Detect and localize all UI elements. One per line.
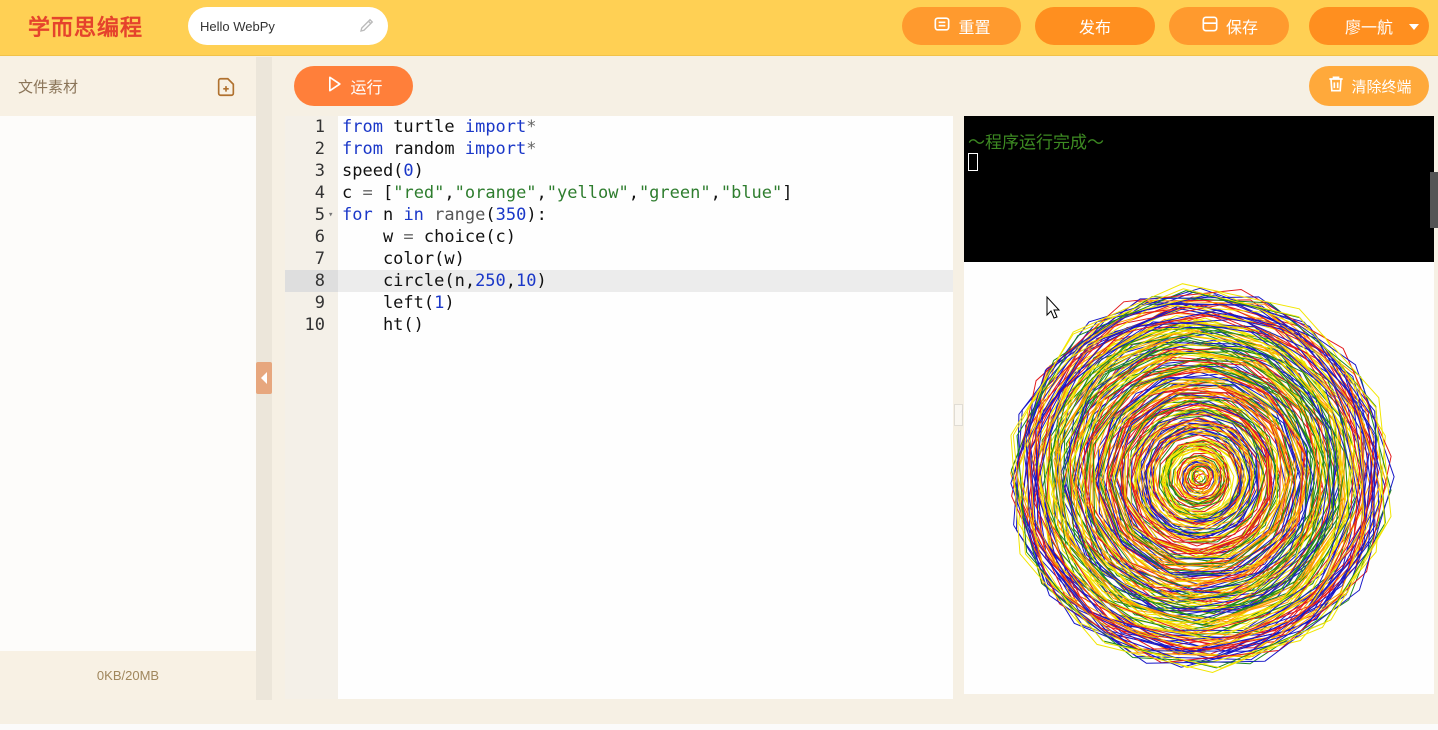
code-text: circle(n,250,10) [342, 271, 547, 291]
save-icon [1200, 14, 1220, 38]
save-button[interactable]: 保存 [1169, 7, 1289, 45]
code-line[interactable]: 5 ▾ for n in range(350): [285, 204, 953, 226]
line-number: 3 [314, 161, 325, 181]
code-line[interactable]: 9 left(1) [285, 292, 953, 314]
project-title[interactable]: Hello WebPy [200, 19, 358, 34]
run-button[interactable]: 运行 [294, 66, 413, 106]
code-text: ht() [342, 315, 424, 335]
line-number: 1 [314, 117, 325, 137]
publish-button[interactable]: 发布 [1035, 7, 1155, 45]
line-number: 9 [314, 293, 325, 313]
play-icon [324, 74, 344, 98]
chevron-down-icon [1409, 24, 1419, 30]
code-text: speed(0) [342, 161, 424, 181]
terminal-output[interactable]: ～程序运行完成～ [964, 116, 1434, 262]
line-number: 6 [314, 227, 325, 247]
code-lines[interactable]: 1 from turtle import* 2 from random import*… [285, 116, 953, 336]
code-line[interactable]: 1 from turtle import* [285, 116, 953, 138]
mouse-cursor-icon [1046, 295, 1061, 319]
pencil-icon[interactable] [358, 16, 376, 37]
project-title-field[interactable]: Hello WebPy [188, 7, 388, 45]
pane-splitter[interactable] [954, 404, 963, 426]
code-editor[interactable]: 1 from turtle import* 2 from random import*… [285, 116, 953, 699]
add-file-icon[interactable] [215, 76, 237, 98]
terminal-scrollbar[interactable] [1430, 172, 1438, 228]
code-line[interactable]: 7 color(w) [285, 248, 953, 270]
file-sidebar: 文件素材 0KB/20MB [0, 57, 256, 700]
storage-usage: 0KB/20MB [0, 651, 256, 700]
code-text: left(1) [342, 293, 455, 313]
fold-icon[interactable]: ▾ [328, 204, 333, 226]
refresh-icon [932, 14, 952, 38]
terminal-status-line: ～程序运行完成～ [968, 133, 1104, 153]
code-line[interactable]: 8 circle(n,250,10) [285, 270, 953, 292]
bottom-edge [0, 724, 1438, 730]
user-menu-button[interactable]: 廖一航 [1309, 7, 1429, 45]
user-name: 廖一航 [1344, 18, 1393, 37]
line-number: 2 [314, 139, 325, 159]
code-text: from random import* [342, 139, 537, 159]
code-text: c = ["red","orange","yellow","green","bl… [342, 183, 793, 203]
code-text: from turtle import* [342, 117, 537, 137]
turtle-canvas [964, 262, 1434, 694]
sidebar-header: 文件素材 [0, 57, 256, 116]
code-line[interactable]: 4 c = ["red","orange","yellow","green","b… [285, 182, 953, 204]
line-number: 8 [285, 270, 338, 292]
trash-icon [1326, 74, 1346, 98]
clear-terminal-label: 清除终端 [1351, 77, 1412, 96]
reset-button[interactable]: 重置 [902, 7, 1021, 45]
save-label: 保存 [1225, 18, 1258, 37]
collapse-sidebar-icon[interactable] [256, 362, 272, 394]
line-number: 7 [314, 249, 325, 269]
code-line[interactable]: 3 speed(0) [285, 160, 953, 182]
code-text: w = choice(c) [342, 227, 517, 247]
code-line[interactable]: 10 ht() [285, 314, 953, 336]
code-line[interactable]: 2 from random import* [285, 138, 953, 160]
run-label: 运行 [350, 78, 383, 97]
clear-terminal-button[interactable]: 清除终端 [1309, 66, 1429, 106]
brand-logo[interactable]: 学而思编程 [28, 10, 143, 42]
publish-label: 发布 [1078, 18, 1111, 37]
code-text: for n in range(350): [342, 205, 547, 225]
sidebar-title: 文件素材 [18, 78, 79, 96]
reset-label: 重置 [958, 18, 991, 37]
terminal-cursor [968, 153, 978, 171]
line-number: 4 [314, 183, 325, 203]
turtle-drawing [1010, 283, 1395, 674]
line-number: 10 [304, 315, 325, 335]
code-line[interactable]: 6 w = choice(c) [285, 226, 953, 248]
top-bar: 学而思编程 Hello WebPy 重置 发布 保存 廖一航 [0, 0, 1438, 56]
code-text: color(w) [342, 249, 465, 269]
